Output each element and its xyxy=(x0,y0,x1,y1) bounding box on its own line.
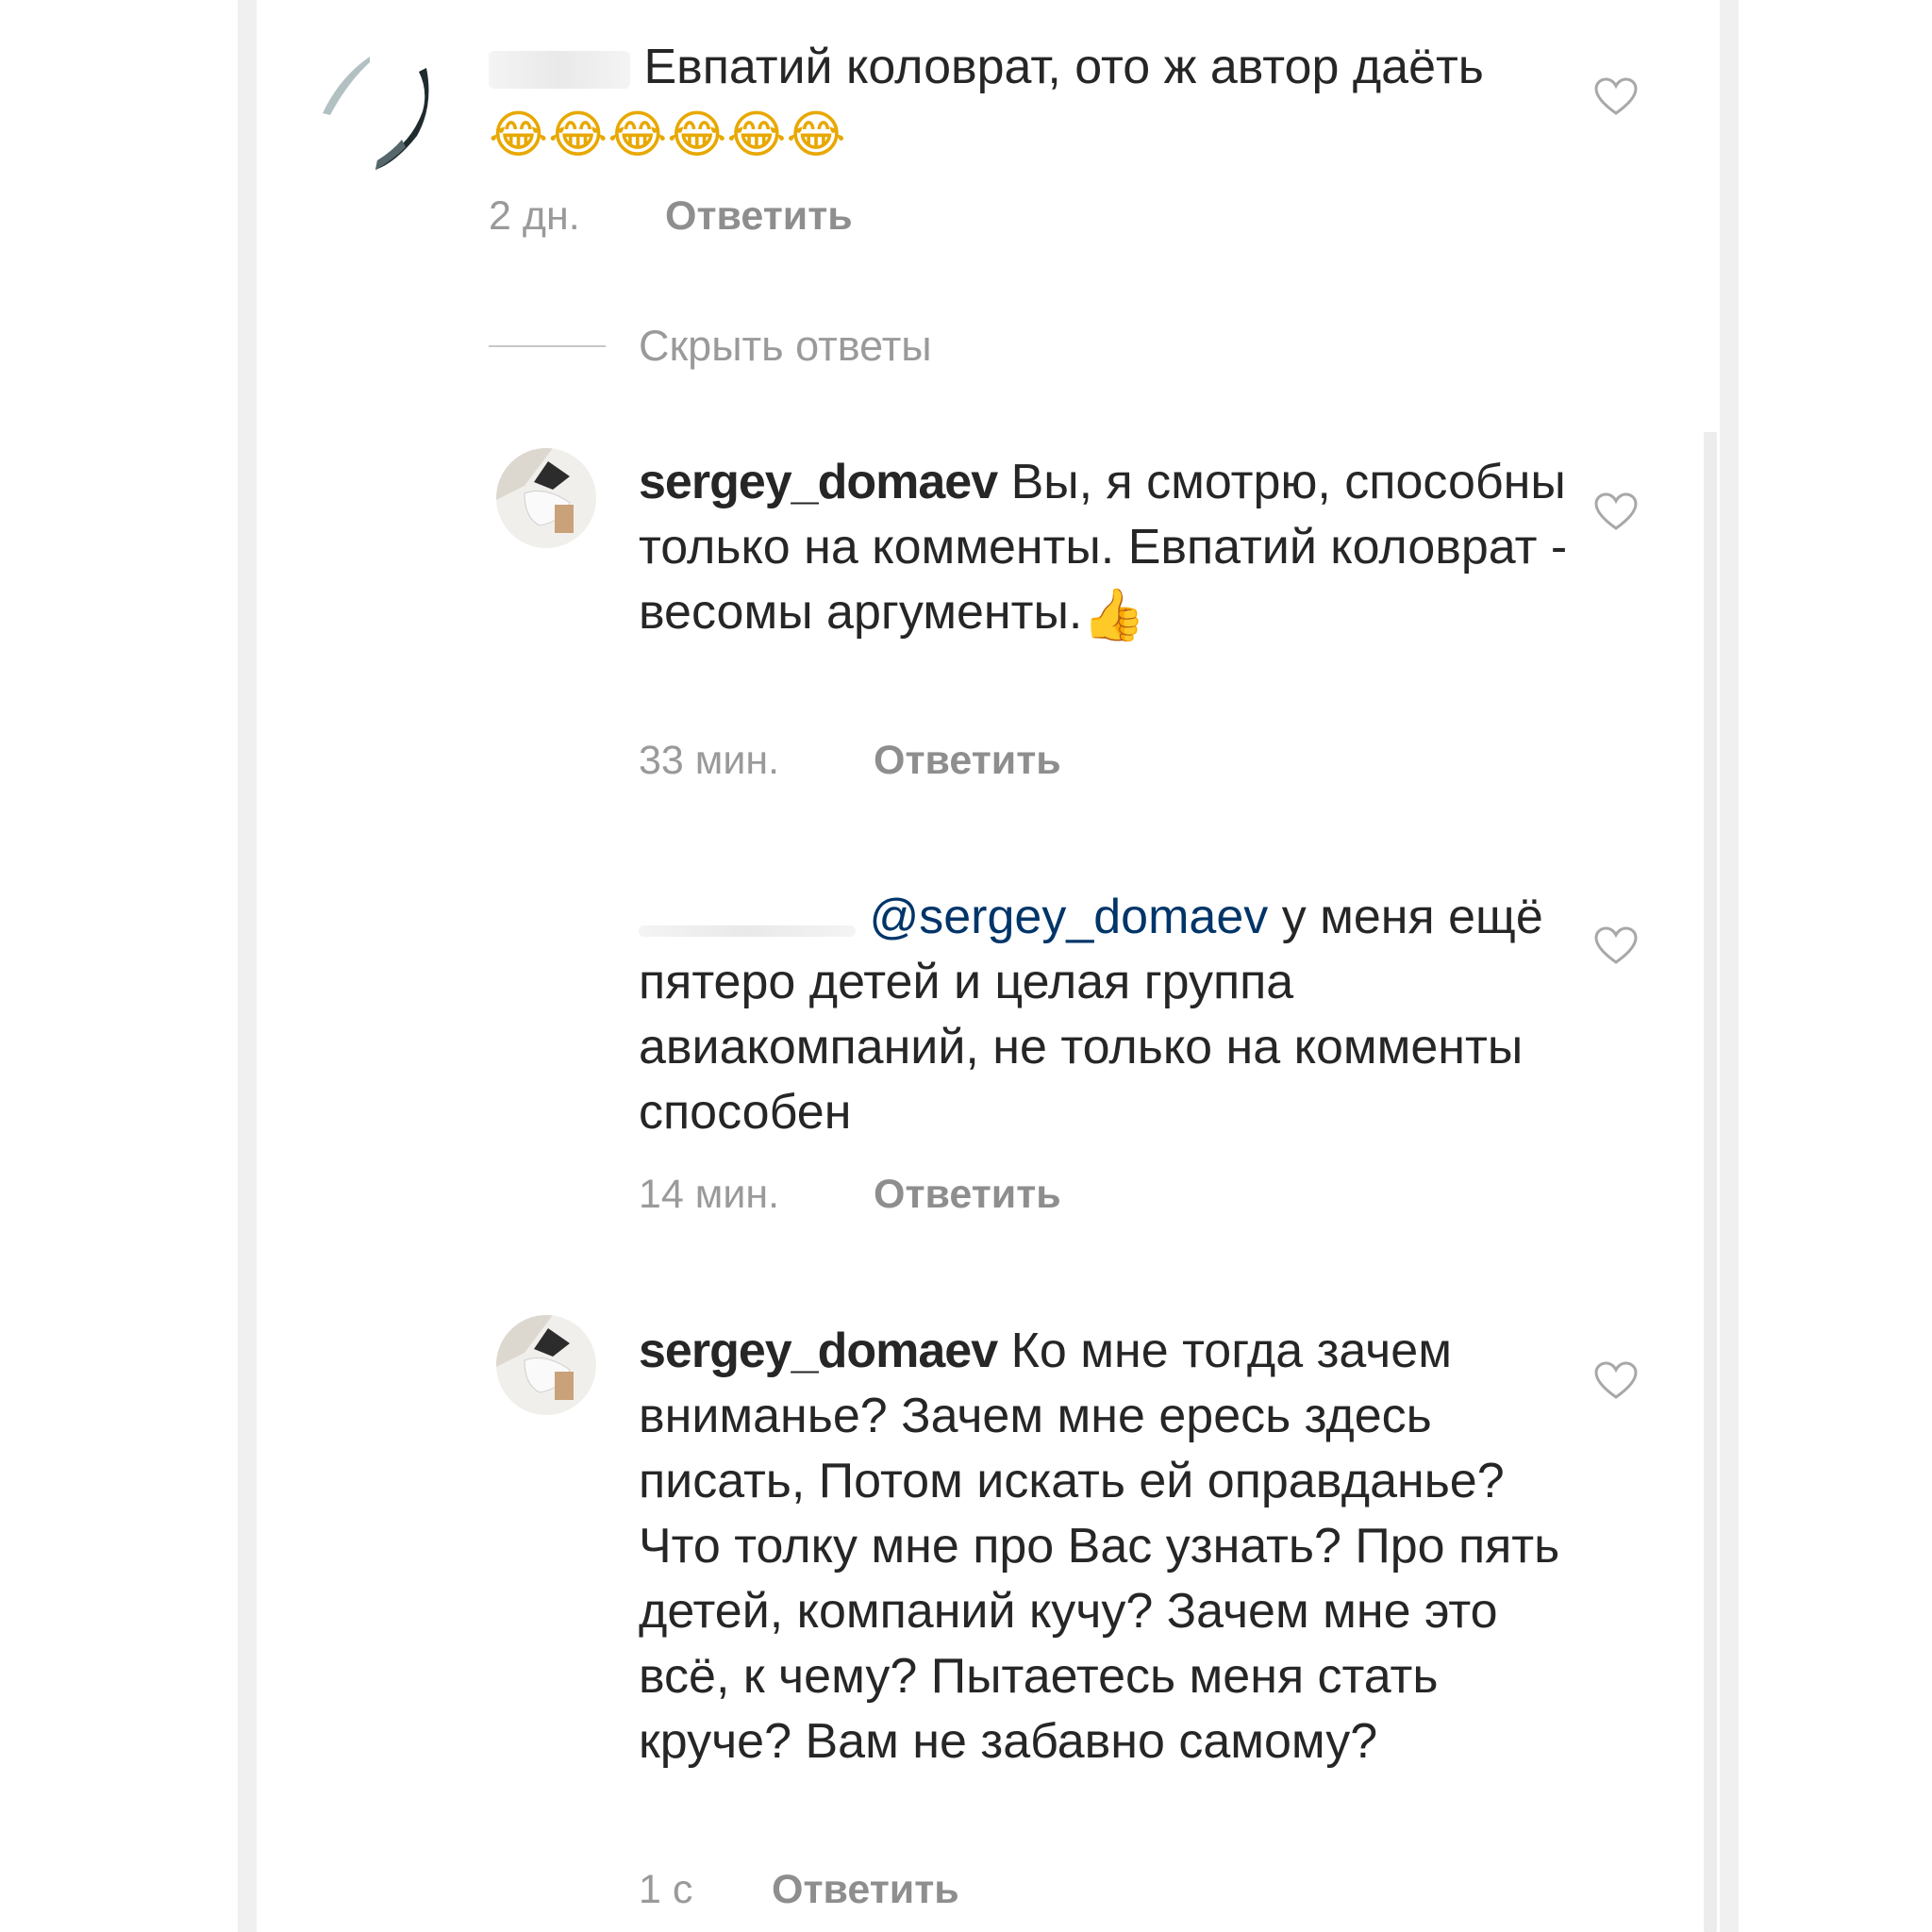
avatar-image-icon xyxy=(496,1315,596,1415)
reply-button[interactable]: Ответить xyxy=(874,737,1061,784)
comment-time: 33 мин. xyxy=(639,738,780,783)
comment-time: 14 мин. xyxy=(639,1172,780,1217)
like-heart-icon[interactable] xyxy=(1594,1361,1638,1401)
outer-margin-right xyxy=(1739,0,1932,1932)
avatar-image-icon xyxy=(323,57,429,170)
avatar[interactable] xyxy=(311,49,443,172)
username-redacted[interactable] xyxy=(489,51,630,90)
comment-username[interactable]: sergey_domaev xyxy=(639,1324,998,1378)
reply-button[interactable]: Ответить xyxy=(874,1171,1061,1218)
comment-text: Евпатий коловрат, ото ж автор даёть 😂😂😂😂😂… xyxy=(489,35,1574,165)
device-frame-left xyxy=(238,0,257,1932)
replies-divider-line xyxy=(489,345,606,347)
mention-link[interactable]: @sergey_domaev xyxy=(869,890,1268,944)
comment-body: Ко мне тогда зачем вниманье? Зачем мне е… xyxy=(639,1324,1560,1769)
username-redacted[interactable] xyxy=(639,925,856,937)
avatar[interactable] xyxy=(496,1315,596,1415)
comment-username[interactable]: sergey_domaev xyxy=(639,455,998,509)
laughing-emoji-icon: 😂😂😂😂😂😂 xyxy=(489,105,846,164)
like-heart-icon[interactable] xyxy=(1594,926,1638,966)
like-heart-icon[interactable] xyxy=(1594,492,1638,532)
avatar[interactable] xyxy=(496,448,596,548)
device-frame-right xyxy=(1720,0,1739,1932)
comment-time: 2 дн. xyxy=(489,193,580,239)
hide-replies-button[interactable]: Скрыть ответы xyxy=(639,321,932,372)
scrollbar[interactable] xyxy=(1704,432,1717,1932)
reply-button[interactable]: Ответить xyxy=(772,1866,959,1913)
reply-button[interactable]: Ответить xyxy=(665,192,853,240)
comment-time: 1 с xyxy=(639,1867,693,1912)
comment-text: sergey_domaev Ко мне тогда зачем внимань… xyxy=(639,1319,1582,1774)
thumbs-up-emoji-icon: 👍 xyxy=(1082,585,1146,644)
avatar-image-icon xyxy=(496,448,596,548)
comment-text: sergey_domaev Вы, я смотрю, способны тол… xyxy=(639,450,1582,645)
comment-body: Евпатий коловрат, ото ж автор даёть xyxy=(643,40,1484,94)
comment-text: @sergey_domaev у меня ещё пятеро детей и… xyxy=(639,885,1582,1145)
like-heart-icon[interactable] xyxy=(1594,77,1638,117)
outer-margin-left xyxy=(0,0,238,1932)
